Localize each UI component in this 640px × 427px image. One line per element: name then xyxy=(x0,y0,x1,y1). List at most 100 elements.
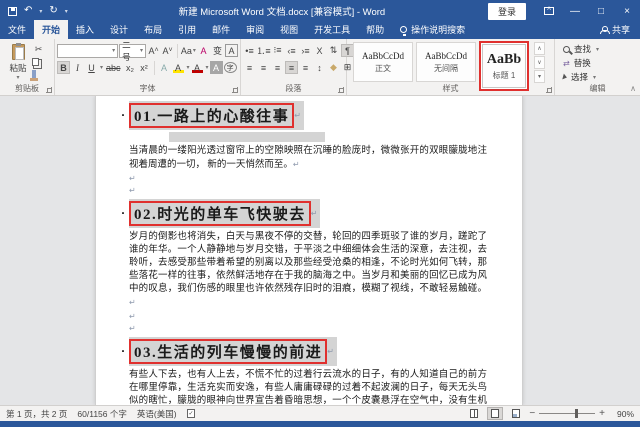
font-size-combobox[interactable]: 二号 ▾ xyxy=(119,40,147,62)
highlight-color-icon[interactable]: A xyxy=(172,61,185,74)
styles-scroll-down-icon[interactable]: ∨ xyxy=(534,56,545,69)
cut-icon[interactable]: ✂ xyxy=(32,43,45,56)
style-normal[interactable]: AaBbCcDd 正文 xyxy=(353,42,413,82)
align-center-icon[interactable]: ≡ xyxy=(257,61,270,74)
superscript-button[interactable]: x² xyxy=(138,61,151,74)
tab-mailings[interactable]: 邮件 xyxy=(204,20,238,39)
replace-button[interactable]: ⇄ 替换 xyxy=(563,56,638,70)
decrease-indent-icon[interactable]: ‹≡ xyxy=(285,44,298,57)
tab-design[interactable]: 设计 xyxy=(102,20,136,39)
save-icon[interactable] xyxy=(8,6,17,16)
align-left-icon[interactable]: ≡ xyxy=(243,61,256,74)
sort-icon[interactable]: ⇅ xyxy=(327,44,340,57)
enclose-characters-icon[interactable]: 字 xyxy=(223,62,237,73)
zoom-out-button[interactable]: − xyxy=(529,408,535,419)
styles-more-icon[interactable]: ▾ xyxy=(534,70,545,83)
language-indicator[interactable]: 英语(美国) xyxy=(137,408,177,420)
justify-icon[interactable]: ≡ xyxy=(285,61,298,74)
heading-3-row[interactable]: · 03.生活的列车慢慢的前进 ↵ xyxy=(121,337,487,366)
share-button[interactable]: 共享 xyxy=(590,20,640,39)
body-paragraph-1[interactable]: 当清晨的一缕阳光透过窗帘上的空隙映照在沉睡的脸庞时，微微张开的双眼朦胧地注视着周… xyxy=(129,145,487,172)
clipboard-dialog-launcher-icon[interactable] xyxy=(46,87,52,93)
increase-indent-icon[interactable]: ›≡ xyxy=(299,44,312,57)
character-border-icon[interactable]: A xyxy=(225,44,238,57)
zoom-slider[interactable] xyxy=(539,409,596,418)
tab-help[interactable]: 帮助 xyxy=(358,20,392,39)
sign-in-button[interactable]: 登录 xyxy=(487,2,526,20)
subscript-button[interactable]: x₂ xyxy=(124,61,137,74)
multilevel-list-icon[interactable]: ⁝≡ xyxy=(271,44,284,57)
bold-button[interactable]: B xyxy=(57,61,70,74)
style-no-spacing[interactable]: AaBbCcDd 无间隔 xyxy=(416,42,476,82)
find-button[interactable]: 查找 ▾ xyxy=(563,42,638,56)
strikethrough-button[interactable]: abc xyxy=(104,61,123,74)
zoom-in-button[interactable]: + xyxy=(599,408,605,419)
close-button[interactable]: × xyxy=(614,0,640,22)
character-shading-icon[interactable]: A xyxy=(209,61,223,74)
select-button[interactable]: 选择 ▾ xyxy=(562,70,638,84)
styles-dialog-launcher-icon[interactable] xyxy=(546,87,552,93)
phonetic-guide-icon[interactable]: 变 xyxy=(211,44,224,57)
format-painter-icon[interactable] xyxy=(30,70,38,81)
style-heading1[interactable]: AaBb 标题 1 xyxy=(482,44,526,88)
collapse-ribbon-icon[interactable]: ∧ xyxy=(630,84,636,93)
redo-icon[interactable]: ↻ xyxy=(49,0,57,22)
tab-references[interactable]: 引用 xyxy=(170,20,204,39)
word-count[interactable]: 60/1156 个字 xyxy=(77,408,126,420)
read-mode-button[interactable] xyxy=(466,407,482,420)
line-spacing-icon[interactable]: ↕ xyxy=(313,61,326,74)
highlight-dropdown-icon[interactable]: ▾ xyxy=(187,64,190,71)
heading-2-text[interactable]: 02.时光的单车飞快驶去 xyxy=(129,201,311,226)
document-page[interactable]: · 01.一路上的心酸往事 ↵ 当清晨的一缕阳光透过窗帘上的空隙映照在沉睡的脸庞… xyxy=(95,96,523,405)
proofing-icon[interactable] xyxy=(186,409,195,418)
text-effects-icon[interactable]: A xyxy=(158,61,171,74)
paragraph-dialog-launcher-icon[interactable] xyxy=(338,87,344,93)
page-indicator[interactable]: 第 1 页，共 2 页 xyxy=(6,408,67,420)
shading-icon[interactable]: ◆ xyxy=(327,61,340,74)
underline-dropdown-icon[interactable]: ▾ xyxy=(100,64,103,71)
shrink-font-button[interactable]: A ˅ xyxy=(161,44,174,57)
print-layout-button[interactable] xyxy=(487,407,504,420)
copy-icon[interactable] xyxy=(32,58,39,66)
tab-layout[interactable]: 布局 xyxy=(136,20,170,39)
heading-1-text[interactable]: 01.一路上的心酸往事 xyxy=(129,103,295,128)
font-dialog-launcher-icon[interactable] xyxy=(232,87,238,93)
ribbon-display-options-button[interactable] xyxy=(536,0,562,22)
document-canvas[interactable]: · 01.一路上的心酸往事 ↵ 当清晨的一缕阳光透过窗帘上的空隙映照在沉睡的脸庞… xyxy=(0,96,640,405)
distribute-icon[interactable]: ≡ xyxy=(299,61,312,74)
underline-button[interactable]: U xyxy=(85,61,98,74)
heading-3-text[interactable]: 03.生活的列车慢慢的前进 xyxy=(129,339,328,364)
asian-layout-icon[interactable]: X xyxy=(313,44,326,57)
heading-1-row[interactable]: · 01.一路上的心酸往事 ↵ xyxy=(121,101,487,130)
zoom-slider-thumb[interactable] xyxy=(574,409,578,418)
web-layout-button[interactable] xyxy=(508,407,524,420)
zoom-percentage[interactable]: 90% xyxy=(610,409,634,419)
tell-me-search[interactable]: 操作说明搜索 xyxy=(392,20,473,39)
body-paragraph-3[interactable]: 有些人下去，也有人上去，不慌不忙的过着行云流水的日子，有的人知道自己的前方在哪里… xyxy=(129,369,487,405)
tab-file[interactable]: 文件 xyxy=(0,20,34,39)
italic-button[interactable]: I xyxy=(71,61,84,74)
maximize-button[interactable]: □ xyxy=(588,0,614,22)
undo-dropdown-icon[interactable]: ▾ xyxy=(39,8,42,15)
font-color-dropdown-icon[interactable]: ▾ xyxy=(206,64,209,71)
tab-developer[interactable]: 开发工具 xyxy=(306,20,358,39)
body-paragraph-2[interactable]: 岁月的倒影也将消失，白天与黑夜不停的交替，轮回的四季斑驳了谁的岁月，蹉跎了谁的年… xyxy=(129,231,487,310)
paste-dropdown-icon[interactable]: ▾ xyxy=(16,74,19,81)
paste-button[interactable]: 粘贴 ▾ xyxy=(4,42,32,81)
tab-view[interactable]: 视图 xyxy=(272,20,306,39)
font-color-icon[interactable]: A xyxy=(191,61,204,74)
styles-scroll-up-icon[interactable]: ∧ xyxy=(534,42,545,55)
tab-home[interactable]: 开始 xyxy=(34,20,69,39)
grow-font-button[interactable]: A ˄ xyxy=(147,44,160,57)
tab-insert[interactable]: 插入 xyxy=(68,20,102,39)
clear-formatting-icon[interactable]: A xyxy=(197,44,210,57)
change-case-button[interactable]: Aa ▾ xyxy=(181,44,196,57)
minimize-button[interactable]: — xyxy=(562,0,588,22)
font-name-combobox[interactable]: ▾ xyxy=(57,43,119,58)
undo-icon[interactable]: ↶ xyxy=(24,0,32,22)
bullets-icon[interactable]: •≡ xyxy=(243,44,256,57)
numbering-icon[interactable]: ⒈≡ xyxy=(256,44,270,57)
qat-customize-icon[interactable]: ▾ xyxy=(65,8,68,15)
align-right-icon[interactable]: ≡ xyxy=(271,61,284,74)
heading-2-row[interactable]: · 02.时光的单车飞快驶去 ↵ xyxy=(121,199,487,228)
